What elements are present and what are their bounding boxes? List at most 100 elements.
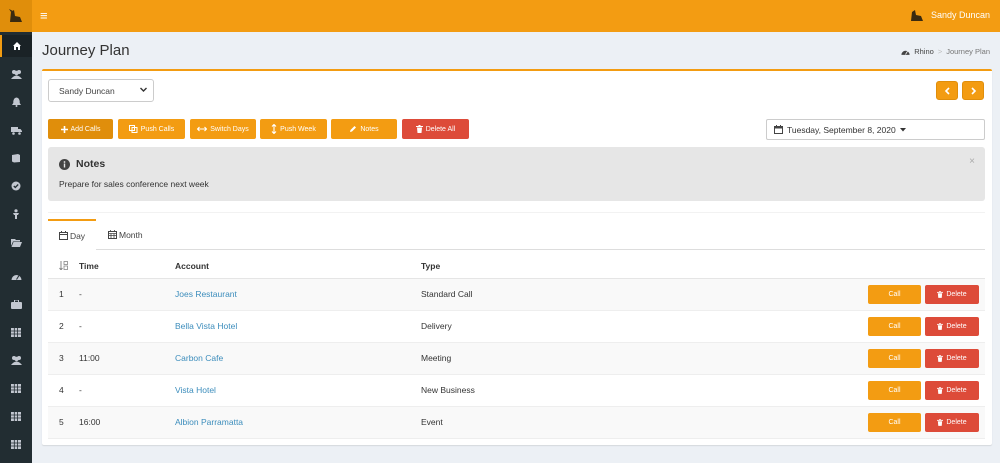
delete-label: Delete: [946, 355, 967, 362]
row-type: New Business: [421, 385, 475, 395]
delete-button[interactable]: Delete: [925, 413, 979, 432]
users-group-icon: [10, 356, 22, 365]
next-day-button[interactable]: [962, 81, 984, 100]
trash-icon: [937, 387, 944, 394]
user-avatar-icon: [910, 10, 923, 21]
switch-days-label: Switch Days: [210, 125, 249, 133]
call-button[interactable]: Call: [868, 413, 921, 432]
row-account-link[interactable]: Joes Restaurant: [175, 289, 237, 299]
delete-button[interactable]: Delete: [925, 381, 979, 400]
sidebar-item-reports[interactable]: [0, 321, 32, 343]
users-icon: [10, 70, 22, 79]
delete-button[interactable]: Delete: [925, 349, 979, 368]
trash-icon: [415, 125, 423, 133]
sidebar-item-grid-3[interactable]: [0, 433, 32, 455]
table-icon: [11, 383, 21, 393]
breadcrumb-current: Journey Plan: [946, 47, 990, 56]
chevron-left-icon: [944, 86, 950, 95]
sidebar-item-files[interactable]: [0, 231, 32, 253]
menu-toggle-icon[interactable]: ≡: [40, 9, 48, 22]
trash-icon: [937, 355, 944, 362]
date-picker[interactable]: Tuesday, September 8, 2020: [766, 119, 985, 140]
table-row: 1 - Joes Restaurant Standard Call Call D…: [48, 279, 985, 311]
sort-icon[interactable]: [59, 261, 69, 272]
sidebar-item-users[interactable]: [0, 63, 32, 85]
call-button[interactable]: Call: [868, 349, 921, 368]
user-select-value: Sandy Duncan: [59, 85, 115, 96]
row-account-link[interactable]: Albion Parramatta: [175, 417, 243, 427]
row-account-link[interactable]: Bella Vista Hotel: [175, 321, 237, 331]
delete-all-button[interactable]: Delete All: [402, 119, 469, 139]
sidebar-item-home[interactable]: [0, 35, 32, 57]
add-calls-button[interactable]: Add Calls: [48, 119, 113, 139]
sidebar-item-grid-1[interactable]: [0, 377, 32, 399]
call-button[interactable]: Call: [868, 285, 921, 304]
column-header-time[interactable]: Time: [79, 261, 99, 271]
delete-all-label: Delete All: [425, 125, 456, 133]
divider: [48, 212, 985, 213]
breadcrumb: Rhino > Journey Plan: [901, 47, 990, 56]
sidebar-item-contacts[interactable]: [0, 203, 32, 225]
calendar-icon: [58, 231, 68, 240]
delete-label: Delete: [946, 419, 967, 426]
notes-title: Notes: [76, 158, 106, 170]
truck-icon: [10, 126, 22, 135]
sidebar-item-tasks[interactable]: [0, 175, 32, 197]
sidebar-item-teams[interactable]: [0, 349, 32, 371]
prev-day-button[interactable]: [936, 81, 958, 100]
call-button[interactable]: Call: [868, 381, 921, 400]
notes-callout: Notes Prepare for sales conference next …: [48, 147, 985, 201]
view-tabs: Day Month: [48, 219, 985, 250]
call-button[interactable]: Call: [868, 317, 921, 336]
column-header-account[interactable]: Account: [175, 261, 209, 271]
table-icon: [11, 327, 21, 337]
journey-plan-panel: Sandy Duncan Add Calls Push Calls Switch…: [42, 69, 992, 445]
trash-icon: [937, 323, 944, 330]
user-menu[interactable]: Sandy Duncan: [909, 7, 990, 23]
dashboard-gauge-icon: [11, 274, 21, 280]
table-icon: [11, 439, 21, 449]
app-logo[interactable]: [0, 0, 32, 32]
notes-button-label: Notes: [360, 125, 379, 133]
push-week-button[interactable]: Push Week: [260, 119, 327, 139]
delete-button[interactable]: Delete: [925, 285, 979, 304]
sidebar-item-catalog[interactable]: [0, 147, 32, 169]
tab-day[interactable]: Day: [48, 219, 96, 250]
row-type: Meeting: [421, 353, 452, 363]
sidebar-item-deliveries[interactable]: [0, 119, 32, 141]
breadcrumb-home-link[interactable]: Rhino: [914, 47, 934, 56]
book-icon: [12, 154, 20, 163]
call-label: Call: [888, 291, 901, 298]
page-title: Journey Plan: [42, 42, 130, 59]
sidebar-item-notifications[interactable]: [0, 91, 32, 113]
sidebar-item-grid-2[interactable]: [0, 405, 32, 427]
row-type: Delivery: [421, 321, 452, 331]
notes-button[interactable]: Notes: [331, 119, 397, 139]
table-row: 4 - Vista Hotel New Business Call Delete: [48, 375, 985, 407]
chevron-right-icon: [970, 86, 976, 95]
push-calls-button[interactable]: Push Calls: [118, 119, 185, 139]
user-select[interactable]: Sandy Duncan: [48, 79, 154, 102]
row-account-link[interactable]: Vista Hotel: [175, 385, 216, 395]
tab-month[interactable]: Month: [108, 219, 153, 250]
push-calls-label: Push Calls: [140, 125, 175, 133]
table-row: 2 - Bella Vista Hotel Delivery Call Dele…: [48, 311, 985, 343]
switch-days-button[interactable]: Switch Days: [190, 119, 256, 139]
trash-icon: [937, 419, 944, 426]
row-account-link[interactable]: Carbon Cafe: [175, 353, 223, 363]
row-number: 2: [59, 321, 64, 331]
table-row: 3 11:00 Carbon Cafe Meeting Call Delete: [48, 343, 985, 375]
check-circle-icon: [11, 181, 21, 191]
call-label: Call: [888, 323, 901, 330]
column-header-type[interactable]: Type: [421, 261, 440, 271]
notes-text: Prepare for sales conference next week: [59, 179, 209, 189]
home-icon: [13, 42, 21, 50]
delete-button[interactable]: Delete: [925, 317, 979, 336]
sidebar-item-portfolio[interactable]: [0, 293, 32, 315]
folder-open-icon: [10, 238, 22, 247]
briefcase-icon: [10, 299, 22, 309]
close-icon[interactable]: ×: [969, 156, 975, 167]
sidebar: [0, 32, 32, 463]
sidebar-item-dashboard[interactable]: [0, 265, 32, 287]
table-row: 5 16:00 Albion Parramatta Event Call Del…: [48, 407, 985, 439]
